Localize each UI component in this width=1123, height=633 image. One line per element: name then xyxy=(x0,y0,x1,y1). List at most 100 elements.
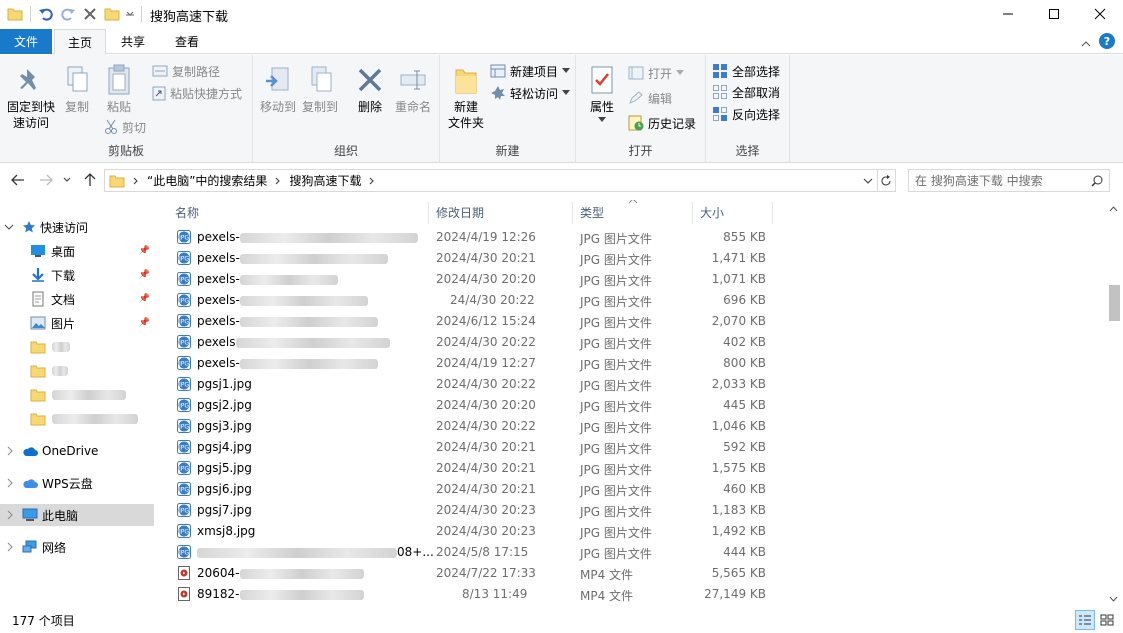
table-row[interactable]: JPG pgsj4.jpg 2024/4/30 20:21 JPG 图片文件 592 K… xyxy=(170,437,770,458)
large-icons-view-icon xyxy=(1100,614,1114,626)
table-row[interactable]: 20604- 2024/7/22 17:33 MP4 文件 5,565 KB xyxy=(170,563,770,584)
nav-this-pc[interactable]: 此电脑 xyxy=(0,504,154,526)
table-row[interactable]: JPG pexels 2024/4/30 20:22 JPG 图片文件 402 KB xyxy=(170,332,770,353)
table-row[interactable]: JPG pgsj5.jpg 2024/4/30 20:21 JPG 图片文件 1,575… xyxy=(170,458,770,479)
close-x-icon[interactable] xyxy=(79,3,101,25)
desktop-icon xyxy=(31,245,45,257)
tab-file[interactable]: 文件 xyxy=(0,29,52,54)
copy-to-button[interactable]: 复制到 xyxy=(300,63,340,115)
refresh-button[interactable] xyxy=(876,169,896,192)
select-none-button[interactable]: 全部取消 xyxy=(712,82,780,102)
table-row[interactable]: JPG pgsj7.jpg 2024/4/30 20:23 JPG 图片文件 1,183… xyxy=(170,500,770,521)
nav-pinned-folder-4[interactable] xyxy=(0,408,154,430)
nav-pinned-folder-1[interactable] xyxy=(0,336,154,358)
nav-quick-access[interactable]: 快速访问 xyxy=(0,216,154,238)
edit-button[interactable]: 编辑 xyxy=(628,88,672,108)
table-row[interactable]: JPG 08+... 2024/5/8 17:15 JPG 图片文件 444 KB xyxy=(170,542,770,563)
rename-button[interactable]: 重命名 xyxy=(391,63,435,115)
nav-downloads[interactable]: 下载 📌 xyxy=(0,264,154,286)
nav-onedrive[interactable]: OneDrive xyxy=(0,440,154,462)
file-size: 5,565 KB xyxy=(711,566,766,580)
dropdown-arrow-icon xyxy=(598,117,606,122)
table-row[interactable]: JPG pexels- 2024/4/19 12:27 JPG 图片文件 800 KB xyxy=(170,353,770,374)
pin-icon: 📌 xyxy=(138,318,150,328)
up-button[interactable] xyxy=(80,170,100,190)
cut-button[interactable]: 剪切 xyxy=(104,117,146,137)
new-folder-button[interactable]: 新建 文件夹 xyxy=(444,63,488,131)
file-type: JPG 图片文件 xyxy=(580,526,652,540)
pin-to-quick-access-button[interactable]: 固定到快速访问 xyxy=(4,63,58,131)
new-item-button[interactable]: 新建项目 xyxy=(490,61,571,81)
table-row[interactable]: JPG xmsj8.jpg 2024/4/30 20:23 JPG 图片文件 1,492… xyxy=(170,521,770,542)
large-icons-view-button[interactable] xyxy=(1097,610,1117,630)
easy-access-button[interactable]: 轻松访问 xyxy=(490,83,571,103)
scrollbar-thumb[interactable] xyxy=(1109,285,1120,321)
table-row[interactable]: JPG pexels- 2024/4/30 20:21 JPG 图片文件 1,471 K… xyxy=(170,248,770,269)
history-button[interactable]: 历史记录 xyxy=(628,113,696,133)
column-header-name[interactable]: 名称 xyxy=(175,200,199,224)
table-row[interactable]: JPG pgsj1.jpg 2024/4/30 20:22 JPG 图片文件 2,033… xyxy=(170,374,770,395)
breadcrumb-folder[interactable]: 搜狗高速下载 xyxy=(289,172,361,189)
tab-share[interactable]: 共享 xyxy=(110,29,156,54)
properties-button[interactable]: 属性 xyxy=(584,63,620,123)
table-row[interactable]: JPG pgsj3.jpg 2024/4/30 20:22 JPG 图片文件 1,046… xyxy=(170,416,770,437)
nav-desktop[interactable]: 桌面 📌 xyxy=(0,240,154,262)
invert-selection-button[interactable]: 反向选择 xyxy=(712,104,780,124)
file-name: pgsj3.jpg xyxy=(197,419,252,433)
address-bar[interactable]: “此电脑”中的搜索结果 搜狗高速下载 xyxy=(104,169,878,192)
nav-pinned-folder-2[interactable] xyxy=(0,360,154,382)
undo-icon[interactable] xyxy=(35,3,57,25)
nav-pinned-folder-3[interactable] xyxy=(0,384,154,406)
file-date: 2024/4/30 20:23 xyxy=(436,503,536,517)
maximize-button[interactable] xyxy=(1031,0,1077,28)
qat-dropdown-icon[interactable] xyxy=(123,3,137,25)
column-header-type[interactable]: 类型 xyxy=(580,200,604,224)
table-row[interactable]: 89182- 8/13 11:49 MP4 文件 27,149 KB xyxy=(170,584,770,605)
copy-button[interactable]: 复制 xyxy=(60,63,94,115)
address-row: “此电脑”中的搜索结果 搜狗高速下载 在 搜狗高速下载 中搜索 xyxy=(0,166,1123,194)
copy-path-button[interactable]: 复制路径 xyxy=(152,61,220,81)
table-row[interactable]: JPG pexels- 2024/4/30 20:20 JPG 图片文件 1,071 K… xyxy=(170,269,770,290)
table-row[interactable]: JPG pgsj6.jpg 2024/4/30 20:21 JPG 图片文件 460 K… xyxy=(170,479,770,500)
details-view-icon xyxy=(1079,615,1091,625)
history-icon xyxy=(628,115,644,131)
table-row[interactable]: JPG pexels- 24/4/30 20:22 JPG 图片文件 696 KB xyxy=(170,290,770,311)
column-header-date[interactable]: 修改日期 xyxy=(436,200,484,224)
nav-wps-cloud[interactable]: WPS云盘 xyxy=(0,472,154,494)
redacted-label xyxy=(52,342,70,352)
download-arrow-icon xyxy=(32,268,44,282)
nav-pictures[interactable]: 图片 📌 xyxy=(0,312,154,334)
forward-button[interactable] xyxy=(36,170,56,190)
breadcrumb-search-results[interactable]: “此电脑”中的搜索结果 xyxy=(147,172,267,189)
search-icon xyxy=(1091,175,1103,187)
select-all-button[interactable]: 全部选择 xyxy=(712,61,780,81)
close-button[interactable] xyxy=(1077,0,1123,28)
vertical-scrollbar[interactable] xyxy=(1105,200,1122,606)
minimize-button[interactable] xyxy=(985,0,1031,28)
table-row[interactable]: JPG pexels- 2024/6/12 15:24 JPG 图片文件 2,070 K… xyxy=(170,311,770,332)
tab-home[interactable]: 主页 xyxy=(54,29,106,55)
collapse-ribbon-icon[interactable] xyxy=(1081,36,1091,50)
jpg-icon: JPG xyxy=(176,397,192,413)
redo-icon[interactable] xyxy=(57,3,79,25)
move-to-button[interactable]: 移动到 xyxy=(258,63,298,115)
nav-documents[interactable]: 文档 📌 xyxy=(0,288,154,310)
file-name: pgsj5.jpg xyxy=(197,461,252,475)
delete-button[interactable]: 删除 xyxy=(353,63,387,115)
table-row[interactable]: JPG pgsj2.jpg 2024/4/30 20:20 JPG 图片文件 445 K… xyxy=(170,395,770,416)
mp4-icon xyxy=(176,565,192,581)
tab-view[interactable]: 查看 xyxy=(164,29,210,54)
nav-network[interactable]: 网络 xyxy=(0,536,154,558)
table-row[interactable]: JPG pexels- 2024/4/19 12:26 JPG 图片文件 855 KB xyxy=(170,227,770,248)
search-box[interactable]: 在 搜狗高速下载 中搜索 xyxy=(908,169,1110,192)
address-dropdown-icon xyxy=(863,178,873,184)
recent-locations-button[interactable] xyxy=(60,170,74,190)
open-button[interactable]: 打开 xyxy=(628,63,685,83)
paste-shortcut-button[interactable]: 粘贴快捷方式 xyxy=(152,83,242,103)
search-placeholder: 在 搜狗高速下载 中搜索 xyxy=(915,174,1043,188)
details-view-button[interactable] xyxy=(1075,610,1095,630)
back-button[interactable] xyxy=(8,170,28,190)
column-header-size[interactable]: 大小 xyxy=(700,200,724,224)
paste-button[interactable]: 粘贴 xyxy=(102,63,136,115)
help-icon[interactable]: ? xyxy=(1099,33,1115,52)
